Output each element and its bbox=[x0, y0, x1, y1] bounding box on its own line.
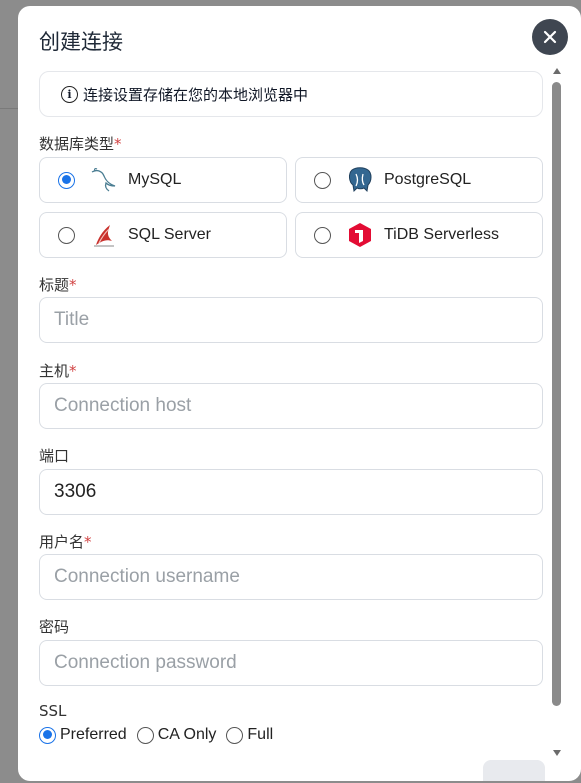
footer-button-partial[interactable] bbox=[483, 760, 545, 781]
db-option-label: SQL Server bbox=[128, 226, 211, 243]
vertical-scrollbar[interactable] bbox=[549, 66, 563, 766]
radio-ssl-ca-only[interactable] bbox=[136, 726, 154, 744]
radio-postgresql[interactable] bbox=[314, 171, 331, 189]
username-label: 用户名* bbox=[39, 533, 92, 551]
port-input[interactable] bbox=[39, 469, 543, 515]
dialog-title: 创建连接 bbox=[39, 30, 123, 54]
db-option-label: MySQL bbox=[128, 171, 182, 188]
password-label: 密码 bbox=[39, 618, 70, 636]
radio-sqlserver[interactable] bbox=[58, 226, 75, 244]
scroll-up-arrow-icon[interactable] bbox=[553, 68, 561, 74]
title-input[interactable] bbox=[39, 297, 543, 343]
username-input[interactable] bbox=[39, 554, 543, 600]
password-input[interactable] bbox=[39, 640, 543, 686]
db-option-mysql[interactable]: MySQL bbox=[39, 157, 287, 203]
db-option-label: TiDB Serverless bbox=[384, 226, 499, 243]
scroll-down-arrow-icon[interactable] bbox=[553, 750, 561, 756]
ssl-option-label: CA Only bbox=[157, 726, 217, 743]
db-option-postgresql[interactable]: PostgreSQL bbox=[295, 157, 543, 203]
radio-ssl-preferred[interactable] bbox=[39, 726, 56, 744]
ssl-options: Preferred CA Only Full bbox=[39, 726, 283, 744]
required-mark: * bbox=[114, 135, 122, 153]
ssl-option-label: Preferred bbox=[60, 726, 127, 743]
create-connection-dialog: 创建连接 i 连接设置存储在您的本地浏览器中 数据库类型* MySQL Post… bbox=[18, 6, 581, 781]
title-label: 标题* bbox=[39, 276, 77, 294]
close-icon bbox=[543, 30, 557, 44]
host-input[interactable] bbox=[39, 383, 543, 429]
required-mark: * bbox=[69, 362, 77, 380]
db-type-label: 数据库类型* bbox=[39, 135, 122, 153]
db-option-tidb[interactable]: TiDB Serverless bbox=[295, 212, 543, 258]
info-text: 连接设置存储在您的本地浏览器中 bbox=[83, 85, 309, 104]
ssl-label: SSL bbox=[39, 702, 67, 720]
radio-mysql[interactable] bbox=[58, 171, 75, 189]
info-banner: i 连接设置存储在您的本地浏览器中 bbox=[39, 71, 543, 117]
host-label: 主机* bbox=[39, 362, 77, 380]
ssl-option-preferred[interactable]: Preferred bbox=[39, 726, 127, 744]
sqlserver-icon bbox=[88, 220, 120, 250]
mysql-dolphin-icon bbox=[88, 165, 120, 195]
required-mark: * bbox=[69, 276, 77, 294]
radio-tidb[interactable] bbox=[314, 226, 331, 244]
postgresql-elephant-icon bbox=[344, 165, 376, 195]
required-mark: * bbox=[84, 533, 92, 551]
scrollbar-thumb[interactable] bbox=[552, 82, 561, 706]
ssl-option-full[interactable]: Full bbox=[226, 726, 273, 744]
backdrop-divider bbox=[0, 108, 18, 109]
port-label: 端口 bbox=[39, 447, 70, 465]
tidb-icon bbox=[344, 220, 376, 250]
close-button[interactable] bbox=[532, 19, 568, 55]
ssl-option-ca-only[interactable]: CA Only bbox=[136, 726, 217, 744]
ssl-option-label: Full bbox=[247, 726, 274, 743]
info-circle-icon: i bbox=[61, 85, 78, 103]
radio-ssl-full[interactable] bbox=[226, 726, 244, 744]
db-option-label: PostgreSQL bbox=[384, 171, 472, 188]
db-option-sqlserver[interactable]: SQL Server bbox=[39, 212, 287, 258]
